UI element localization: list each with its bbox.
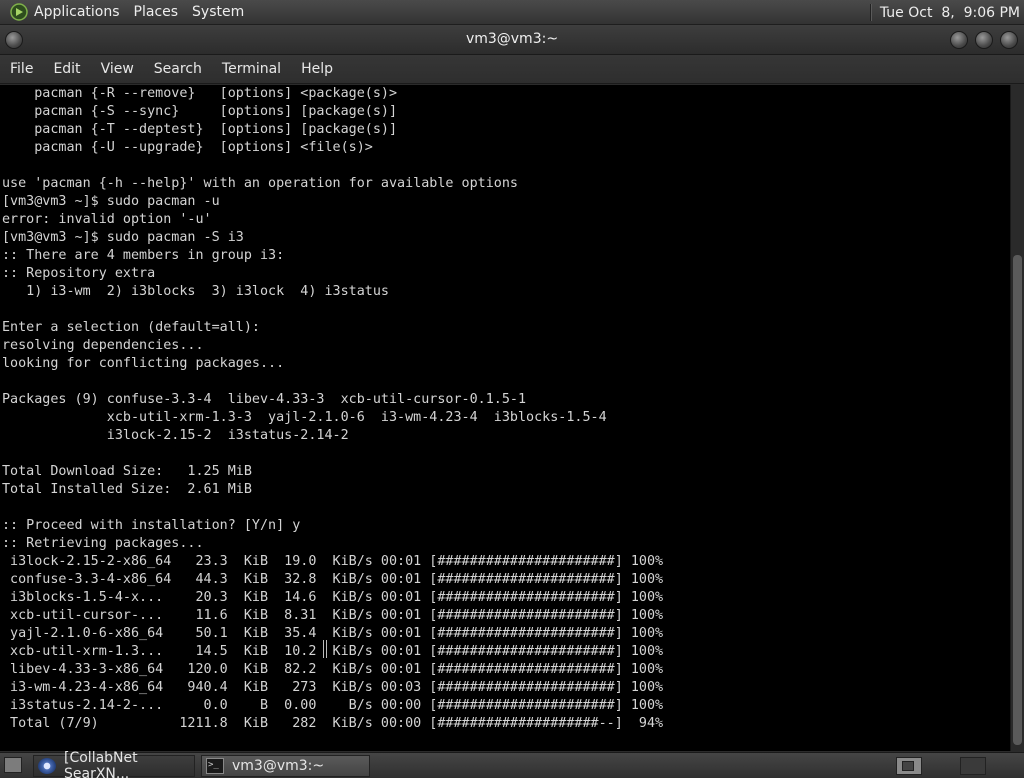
terminal-line: i3-wm-4.23-4-x86_64 940.4 KiB 273 KiB/s … [2, 680, 664, 695]
terminal-line: pacman {-U --upgrade} [options] <file(s)… [2, 140, 373, 155]
terminal-line: use 'pacman {-h --help}' with an operati… [2, 176, 518, 191]
terminal-line: xcb-util-xrm-1.3-3 yajl-2.1.0-6 i3-wm-4.… [2, 410, 607, 425]
scrollbar-thumb[interactable] [1013, 255, 1022, 745]
terminal-line: pacman {-S --sync} [options] [package(s)… [2, 104, 398, 119]
clock[interactable]: Tue Oct 8, 9:06 PM [880, 5, 1020, 21]
window-titlebar[interactable]: vm3@vm3:~ [0, 25, 1024, 55]
applications-menu[interactable]: Applications [34, 4, 120, 20]
terminal-line: :: Repository extra [2, 266, 156, 281]
panel-right: Tue Oct 8, 9:06 PM [869, 0, 1020, 25]
terminal-line: :: There are 4 members in group i3: [2, 248, 285, 263]
terminal-line: 1) i3-wm 2) i3blocks 3) i3lock 4) i3stat… [2, 284, 389, 299]
minimize-button[interactable] [950, 31, 968, 49]
terminal-output[interactable]: pacman {-R --remove} [options] <package(… [0, 85, 1010, 751]
menu-view[interactable]: View [101, 61, 134, 77]
terminal-line: [vm3@vm3 ~]$ sudo pacman -u [2, 194, 220, 209]
terminal-line: pacman {-R --remove} [options] <package(… [2, 86, 398, 101]
close-button[interactable] [1000, 31, 1018, 49]
menubar: File Edit View Search Terminal Help [0, 55, 1024, 84]
menu-file[interactable]: File [10, 61, 33, 77]
places-menu[interactable]: Places [134, 4, 179, 20]
window-title: vm3@vm3:~ [465, 31, 559, 47]
taskbar-item-browser[interactable]: [CollabNet SearXN... [33, 750, 195, 778]
menu-help[interactable]: Help [301, 61, 333, 77]
terminal-line: i3lock-2.15-2 i3status-2.14-2 [2, 428, 349, 443]
system-menu[interactable]: System [192, 4, 244, 20]
menu-search[interactable]: Search [154, 61, 202, 77]
menu-terminal[interactable]: Terminal [222, 61, 281, 77]
terminal-line: i3lock-2.15-2-x86_64 23.3 KiB 19.0 KiB/s… [2, 554, 664, 569]
taskbar-item-label: vm3@vm3:~ [232, 758, 325, 774]
terminal-icon: >_ [206, 758, 224, 774]
top-panel: Applications Places System Tue Oct 8, 9:… [0, 0, 1024, 25]
terminal-line: [vm3@vm3 ~]$ sudo pacman -S i3 [2, 230, 244, 245]
terminal-line: xcb-util-cursor-... 11.6 KiB 8.31 KiB/s … [2, 608, 664, 623]
workspace-window-thumb [902, 761, 914, 771]
taskbar-item-terminal[interactable]: >_ vm3@vm3:~ [201, 755, 370, 777]
terminal-line: i3status-2.14-2-... 0.0 B 0.00 B/s 00:00… [2, 698, 664, 713]
terminal-line: :: Retrieving packages... [2, 536, 204, 551]
maximize-button[interactable] [975, 31, 993, 49]
terminal-line: resolving dependencies... [2, 338, 204, 353]
terminal-line: confuse-3.3-4-x86_64 44.3 KiB 32.8 KiB/s… [2, 572, 664, 587]
mouse-ibeam-cursor [323, 640, 327, 658]
panel-separator [869, 4, 872, 21]
terminal-line: Total Download Size: 1.25 MiB [2, 464, 252, 479]
terminal-line: i3blocks-1.5-4-x... 20.3 KiB 14.6 KiB/s … [2, 590, 664, 605]
terminal-line: pacman {-T --deptest} [options] [package… [2, 122, 398, 137]
terminal-line: :: Proceed with installation? [Y/n] y [2, 518, 301, 533]
gnome-foot-icon[interactable] [10, 3, 28, 21]
terminal-line: error: invalid option '-u' [2, 212, 212, 227]
terminal-scrollbar[interactable] [1010, 85, 1024, 751]
taskbar-item-label: [CollabNet SearXN... [64, 750, 138, 778]
workspace-1[interactable] [896, 757, 922, 775]
terminal-line: Packages (9) confuse-3.3-4 libev-4.33-3 … [2, 392, 527, 407]
workspace-2[interactable] [960, 757, 986, 775]
terminal-line: yajl-2.1.0-6-x86_64 50.1 KiB 35.4 KiB/s … [2, 626, 664, 641]
terminal-line: libev-4.33-3-x86_64 120.0 KiB 82.2 KiB/s… [2, 662, 664, 677]
terminal-line: Total (7/9) 1211.8 KiB 282 KiB/s 00:00 [… [2, 716, 664, 731]
browser-icon [38, 758, 56, 774]
terminal-line: Enter a selection (default=all): [2, 320, 260, 335]
terminal-line: xcb-util-xrm-1.3... 14.5 KiB 10.2 KiB/s … [2, 644, 664, 659]
menu-edit[interactable]: Edit [53, 61, 80, 77]
terminal-line: Total Installed Size: 2.61 MiB [2, 482, 252, 497]
bottom-panel: [CollabNet SearXN... >_ vm3@vm3:~ [0, 750, 1024, 778]
terminal-line: looking for conflicting packages... [2, 356, 285, 371]
show-desktop-icon[interactable] [4, 757, 22, 773]
